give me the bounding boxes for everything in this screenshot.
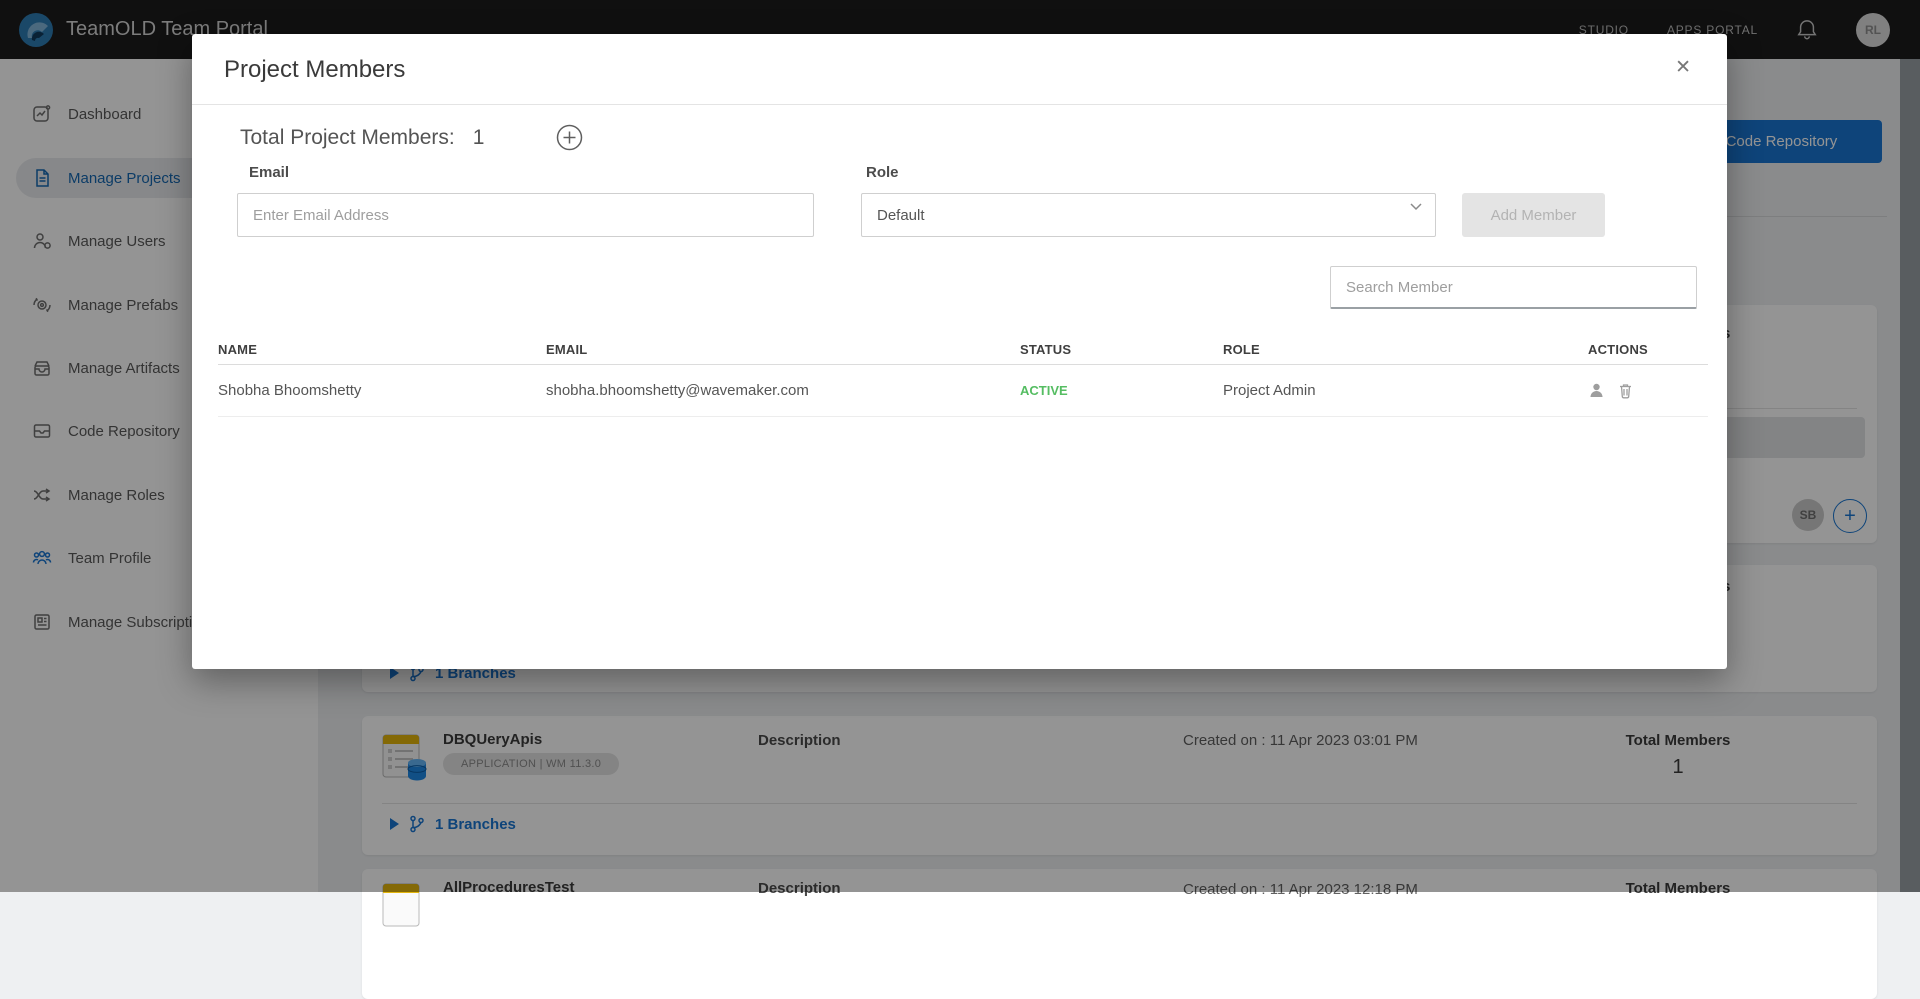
members-table: NAME EMAIL STATUS ROLE ACTIONS Shobha Bh… bbox=[218, 335, 1708, 417]
status-badge: ACTIVE bbox=[1020, 383, 1223, 398]
email-field[interactable] bbox=[237, 193, 814, 237]
delete-trash-icon[interactable] bbox=[1617, 382, 1634, 399]
column-header-role: ROLE bbox=[1223, 342, 1588, 357]
actions-cell bbox=[1588, 382, 1708, 399]
close-icon[interactable]: ✕ bbox=[1675, 58, 1691, 77]
column-header-name: NAME bbox=[218, 342, 546, 357]
table-header-row: NAME EMAIL STATUS ROLE ACTIONS bbox=[218, 335, 1708, 365]
column-header-email: EMAIL bbox=[546, 342, 1020, 357]
column-header-status: STATUS bbox=[1020, 342, 1223, 357]
role-selected-value: Default bbox=[877, 207, 925, 224]
member-email: shobha.bhoomshetty@wavemaker.com bbox=[546, 382, 1020, 399]
search-member-input[interactable] bbox=[1330, 266, 1697, 309]
member-role: Project Admin bbox=[1223, 382, 1588, 399]
project-members-modal: Project Members ✕ Total Project Members:… bbox=[192, 34, 1727, 669]
role-select[interactable]: Default bbox=[861, 193, 1436, 237]
modal-title: Project Members bbox=[224, 56, 405, 84]
total-project-members: Total Project Members: 1 bbox=[240, 126, 484, 150]
add-member-plus-icon[interactable] bbox=[556, 124, 583, 151]
add-member-button[interactable]: Add Member bbox=[1462, 193, 1605, 237]
total-members-text: Total Project Members: bbox=[240, 126, 455, 150]
column-header-actions: ACTIONS bbox=[1588, 342, 1708, 357]
member-profile-icon[interactable] bbox=[1588, 382, 1605, 399]
email-label: Email bbox=[249, 164, 289, 181]
role-label: Role bbox=[866, 164, 899, 181]
table-row: Shobha Bhoomshetty shobha.bhoomshetty@wa… bbox=[218, 365, 1708, 417]
modal-header-divider bbox=[192, 104, 1727, 105]
total-members-count: 1 bbox=[473, 126, 485, 150]
member-name: Shobha Bhoomshetty bbox=[218, 382, 546, 399]
chevron-down-icon bbox=[1407, 197, 1425, 215]
